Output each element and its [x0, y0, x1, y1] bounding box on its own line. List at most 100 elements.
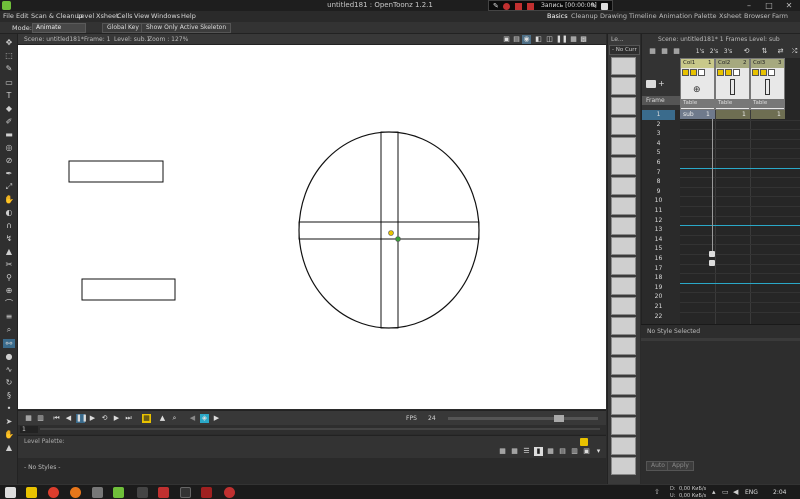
row-number[interactable]: 21 — [642, 302, 675, 312]
menu-edit[interactable]: Edit — [16, 12, 29, 20]
menu-view[interactable]: View — [134, 12, 149, 20]
play-icon[interactable]: ▶ — [88, 414, 97, 423]
maximize-button[interactable]: □ — [760, 0, 778, 11]
row-number[interactable]: 6 — [642, 158, 675, 168]
new-vector-level-icon[interactable]: ▦ — [648, 47, 657, 56]
opentoonz-icon[interactable] — [113, 487, 124, 498]
new-raster-level-icon[interactable]: ▦ — [672, 47, 681, 56]
camstand-toggle-icon[interactable] — [760, 69, 767, 76]
palette-more-icon[interactable]: ▾ — [594, 447, 603, 456]
language-indicator[interactable]: ENG — [745, 489, 758, 496]
first-frame-icon[interactable]: ⏮ — [52, 414, 61, 423]
prev-frame-icon[interactable]: ◀ — [64, 414, 73, 423]
paint-brush-tool-icon[interactable]: ✐ — [3, 117, 15, 126]
frame-field[interactable]: 1 — [20, 426, 38, 433]
row-number[interactable]: 1 — [642, 110, 675, 120]
row-number[interactable]: 17 — [642, 264, 675, 274]
menu-help[interactable]: Help — [181, 12, 196, 20]
hook-tool-icon[interactable]: ⌒ — [3, 299, 15, 308]
snapshot-icon[interactable]: ▦ — [24, 414, 33, 423]
pause-icon[interactable] — [527, 3, 534, 10]
fps-slider[interactable] — [448, 415, 598, 422]
room-cleanup[interactable]: Cleanup — [571, 12, 598, 20]
palette-view-icon[interactable]: ▥ — [570, 447, 579, 456]
row-number[interactable]: 4 — [642, 139, 675, 149]
compare-icon[interactable]: ▥ — [36, 414, 45, 423]
level-strip-cell[interactable] — [611, 137, 636, 155]
room-browser[interactable]: Browser — [744, 12, 770, 20]
reframe-1s-button[interactable]: 1's — [694, 47, 706, 56]
explorer-icon[interactable] — [26, 487, 37, 498]
reverse-icon[interactable]: ⇅ — [760, 47, 769, 56]
record-icon[interactable] — [503, 3, 510, 10]
menu-scan-cleanup[interactable]: Scan & Cleanup — [31, 12, 83, 20]
level-strip-cell[interactable] — [611, 117, 636, 135]
pause-button-icon[interactable]: ❚❚ — [76, 414, 88, 423]
level-strip-cell[interactable] — [611, 177, 636, 195]
level-strip-cell[interactable] — [611, 397, 636, 415]
room-drawing[interactable]: Drawing — [600, 12, 627, 20]
viewer-canvas[interactable] — [18, 45, 606, 409]
fps-slider-handle[interactable] — [554, 415, 564, 422]
app-icon[interactable] — [158, 487, 169, 498]
row-number[interactable]: 2 — [642, 120, 675, 130]
minimize-button[interactable]: – — [740, 0, 758, 11]
camstand-toggle-icon[interactable] — [725, 69, 732, 76]
level-strip-cell[interactable] — [611, 337, 636, 355]
volume-icon[interactable]: ◀ — [733, 488, 738, 496]
apply-button[interactable]: Apply — [667, 461, 694, 471]
row-number[interactable]: 19 — [642, 283, 675, 293]
column-header-1[interactable]: Col1 1 ⊕ Table — [680, 58, 715, 110]
palette-lock-icon[interactable] — [580, 438, 588, 446]
tray-chevron-icon[interactable]: ▴ — [712, 488, 716, 496]
more-tools-icon[interactable]: ▲ — [3, 443, 15, 452]
rgb-picker-tool-icon[interactable]: ✒ — [3, 169, 15, 178]
pegbar-label[interactable]: Table — [681, 99, 714, 108]
camera-icon[interactable] — [601, 3, 608, 10]
tracker-tool-icon[interactable]: ⊕ — [3, 286, 15, 295]
safe-area-icon[interactable]: ▦ — [569, 35, 578, 44]
room-timeline[interactable]: Timeline — [629, 12, 657, 20]
level-strip-cell[interactable] — [611, 377, 636, 395]
row-number[interactable]: 15 — [642, 244, 675, 254]
3d-view-icon[interactable]: ◉ — [522, 35, 531, 44]
prev-key-icon[interactable]: ◀ — [188, 414, 197, 423]
level-strip-cell[interactable] — [611, 97, 636, 115]
preview-toggle-icon[interactable] — [682, 69, 689, 76]
level-strip-cell[interactable] — [611, 237, 636, 255]
tray-upload-icon[interactable]: ⇧ — [654, 488, 660, 496]
eraser-tool-icon[interactable]: ▬ — [3, 130, 15, 139]
table-view-icon[interactable]: ▤ — [512, 35, 521, 44]
level-strip-cell[interactable] — [611, 357, 636, 375]
palette-list-icon[interactable]: ▤ — [558, 447, 567, 456]
row-number[interactable]: 9 — [642, 187, 675, 197]
row-number[interactable]: 7 — [642, 168, 675, 178]
app-icon[interactable] — [92, 487, 103, 498]
room-animation[interactable]: Animation — [659, 12, 692, 20]
skeleton-active-tool-icon[interactable]: ⚯ — [3, 339, 15, 348]
field-guide-icon[interactable]: ▩ — [579, 35, 588, 44]
control-point-editor-icon[interactable]: ⤢ — [3, 182, 15, 191]
lock-toggle-icon[interactable] — [698, 69, 705, 76]
add-column-icon[interactable]: + — [658, 80, 665, 88]
key-icon[interactable]: ◈ — [200, 414, 209, 423]
pump-tool-icon[interactable]: ◐ — [3, 208, 15, 217]
app-icon[interactable] — [137, 487, 148, 498]
palette-menu-icon[interactable]: ☰ — [522, 447, 531, 456]
locator-icon[interactable]: ⌕ — [170, 414, 179, 423]
app-icon[interactable] — [180, 487, 191, 498]
frame-slider[interactable] — [40, 428, 600, 430]
camera-view-icon[interactable]: ▣ — [502, 35, 511, 44]
level-strip-cell[interactable] — [611, 77, 636, 95]
row-number[interactable]: 18 — [642, 273, 675, 283]
pegbar-label[interactable]: Table — [751, 99, 784, 108]
style-picker-tool-icon[interactable]: ⊘ — [3, 156, 15, 165]
last-frame-icon[interactable]: ⏭ — [124, 414, 133, 423]
camstand-toggle-icon[interactable] — [690, 69, 697, 76]
menu-cells[interactable]: Cells — [117, 12, 133, 20]
level-strip-cell[interactable] — [611, 317, 636, 335]
fps-value[interactable]: 24 — [428, 415, 436, 422]
palette-new-page-icon[interactable]: ▦ — [510, 447, 519, 456]
menu-file[interactable]: File — [3, 12, 14, 20]
pencil-icon[interactable]: ✎ — [493, 3, 500, 10]
